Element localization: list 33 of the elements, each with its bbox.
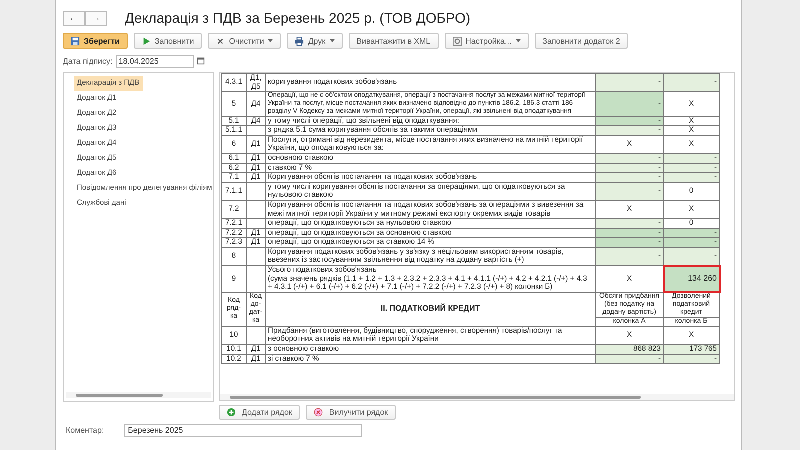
toolbar-button[interactable]: Настройка... bbox=[444, 33, 529, 49]
delete-icon bbox=[314, 408, 324, 417]
settings-icon bbox=[452, 36, 462, 46]
toolbar-button[interactable]: Заповнити додаток 2 bbox=[534, 33, 628, 49]
nav-button[interactable]: ← bbox=[63, 10, 85, 26]
toolbar-button[interactable]: Очистити bbox=[208, 33, 282, 49]
row-button[interactable]: Вилучити рядок bbox=[306, 405, 396, 420]
plus-icon bbox=[227, 408, 236, 417]
printer-icon bbox=[295, 36, 304, 46]
table-cell bbox=[246, 182, 266, 200]
date-field[interactable]: 18.04.2025 bbox=[116, 54, 194, 68]
play-icon bbox=[142, 36, 151, 46]
scrollbar[interactable] bbox=[219, 394, 735, 401]
section-title: II. ПОДАТКОВИЙ КРЕДИТ bbox=[266, 292, 596, 326]
table-cell[interactable]: 134 260 bbox=[664, 266, 720, 292]
toolbar-button[interactable]: Друк bbox=[287, 33, 343, 49]
close-icon bbox=[216, 36, 226, 46]
table-cell bbox=[246, 266, 266, 292]
row-button[interactable]: Додати рядок bbox=[219, 405, 300, 420]
toolbar-button[interactable]: Вивантажити в XML bbox=[348, 33, 439, 49]
comment-label: Коментар: bbox=[66, 426, 104, 435]
calendar-icon[interactable] bbox=[196, 57, 205, 65]
table-cell bbox=[246, 200, 266, 219]
date-label: Дата підпису: bbox=[63, 56, 113, 66]
comment-field[interactable]: Березень 2025 bbox=[124, 424, 362, 437]
table-cell bbox=[246, 326, 266, 345]
window-title: Декларація з ПДВ за Березень 2025 р. (ТОВ ДОБРО) bbox=[125, 10, 470, 26]
scrollbar[interactable] bbox=[66, 392, 211, 398]
toolbar-button[interactable]: Заповнити bbox=[134, 33, 202, 49]
table-cell bbox=[246, 218, 266, 228]
table-cell bbox=[246, 126, 266, 136]
toolbar-button[interactable]: Зберегти bbox=[63, 33, 128, 49]
table-cell bbox=[246, 247, 266, 266]
